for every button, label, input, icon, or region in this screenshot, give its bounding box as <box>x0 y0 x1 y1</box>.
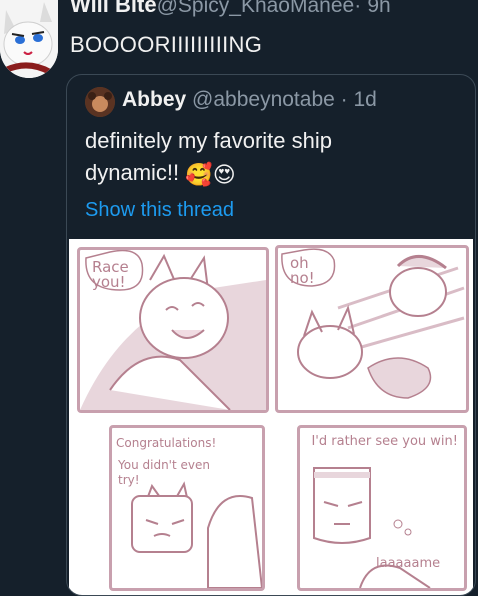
quoted-tweet[interactable]: Abbey @abbeynotabe · 1d definitely my fa… <box>66 74 476 596</box>
comic-panel-4: I'd rather see you win! laaaaame <box>297 425 467 591</box>
tweet-text: BOOOORIIIIIIIIING <box>70 32 263 57</box>
quoted-timestamp[interactable]: 1d <box>353 88 376 111</box>
comic-bubble-text: Race you! <box>92 258 129 291</box>
comic-bubble-text: oh no! <box>290 254 315 287</box>
comic-bubble-text: I'd rather see you win! <box>311 434 458 449</box>
comic-panel-3-drawing <box>112 438 262 588</box>
quoted-tweet-text: definitely my favorite ship dynamic!! 🥰😍 <box>85 125 415 191</box>
tweet-timestamp[interactable]: 9h <box>367 0 390 17</box>
quoted-user-handle[interactable]: @abbeynotabe <box>192 88 335 111</box>
avatar[interactable] <box>0 0 58 78</box>
heart-eyes-icon: 😍 <box>212 162 236 187</box>
comic-panel-3: Congratulations! You didn't even try! <box>109 425 265 591</box>
smiling-face-with-hearts-icon: 🥰 <box>185 162 213 187</box>
comic-bubble-text: You didn't even try! <box>118 458 210 487</box>
quoted-tweet-header: Abbey @abbeynotabe · 1d <box>122 88 377 112</box>
separator-dot: · <box>354 0 362 17</box>
separator-dot: · <box>340 88 348 111</box>
comic-panel-2: oh no! <box>275 245 469 413</box>
comic-bubble-text: laaaaame <box>376 556 441 571</box>
tweet-header: Will Bite@Spicy_KhaoManee· 9h <box>70 0 391 19</box>
user-handle[interactable]: @Spicy_KhaoManee <box>157 0 355 17</box>
comic-image[interactable]: Race you! oh no! Congratulations! You di… <box>69 239 473 595</box>
quoted-display-name[interactable]: Abbey <box>122 88 186 111</box>
quoted-avatar[interactable] <box>85 87 115 117</box>
show-thread-link[interactable]: Show this thread <box>85 199 234 222</box>
display-name[interactable]: Will Bite <box>70 0 157 17</box>
comic-bubble-text: Congratulations! <box>116 436 217 450</box>
comic-panel-1: Race you! <box>77 247 269 413</box>
